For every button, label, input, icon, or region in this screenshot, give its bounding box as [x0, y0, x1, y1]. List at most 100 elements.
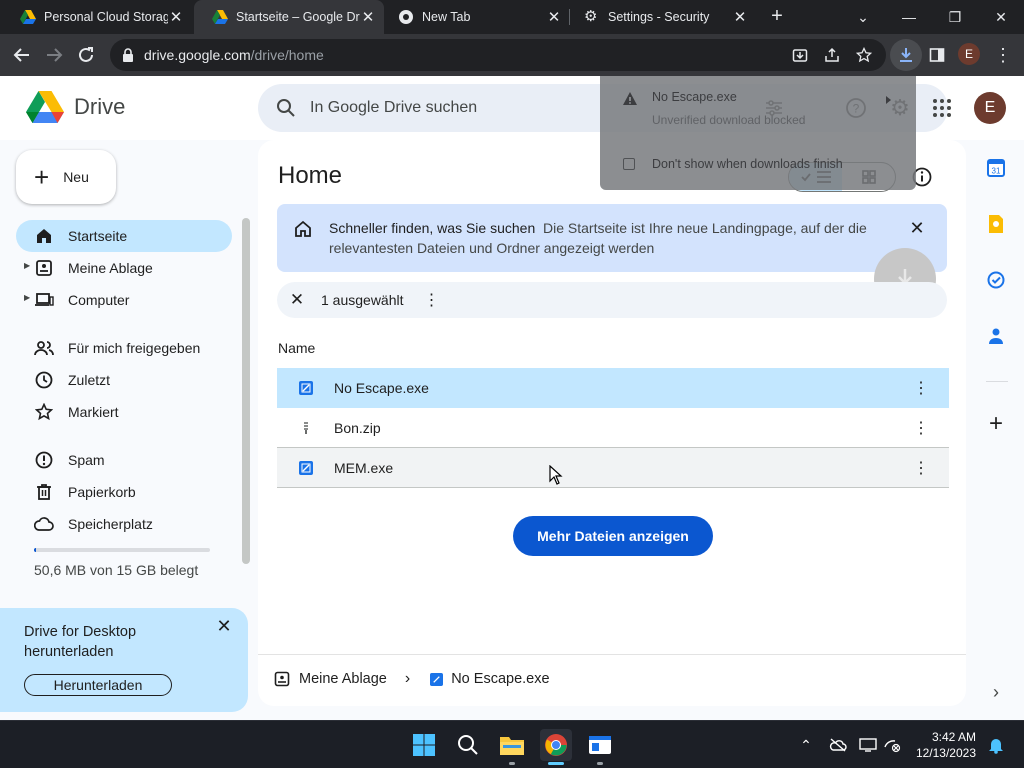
address-bar[interactable]: drive.google.com/drive/home — [110, 39, 886, 71]
sidebar-item-label: Für mich freigegeben — [68, 340, 201, 356]
sidebar-item-label: Speicherplatz — [68, 516, 153, 532]
banner-text: Schneller finden, was Sie suchen Die Sta… — [329, 218, 899, 258]
more-actions-icon[interactable]: ⋮ — [424, 290, 440, 310]
sidebar-item-shared[interactable]: Für mich freigegeben — [16, 332, 232, 364]
sidebar-item-spam[interactable]: Spam — [16, 444, 232, 476]
drive-logo-text: Drive — [74, 94, 126, 119]
exe-file-icon — [299, 461, 313, 475]
new-tab-button[interactable]: + — [766, 6, 788, 28]
close-icon[interactable]: ✕ — [214, 616, 234, 636]
selection-toolbar: ✕ 1 ausgewählt ⋮ — [277, 282, 947, 318]
show-more-files-button[interactable]: Mehr Dateien anzeigen — [513, 516, 713, 556]
tasks-icon[interactable] — [986, 270, 1006, 290]
tab-search-icon[interactable]: ⌄ — [840, 0, 886, 34]
file-explorer-button[interactable] — [496, 729, 528, 761]
expand-caret-icon[interactable]: ▶ — [24, 261, 30, 270]
restore-button[interactable]: ❐ — [932, 0, 978, 34]
contacts-icon[interactable] — [986, 326, 1006, 346]
download-desktop-button[interactable]: Herunterladen — [24, 674, 172, 696]
breadcrumb-root[interactable]: Meine Ablage — [299, 671, 387, 687]
install-app-icon[interactable] — [790, 45, 810, 65]
close-window-button[interactable]: ✕ — [978, 0, 1024, 34]
downloads-button[interactable] — [890, 39, 922, 71]
selection-count: 1 ausgewählt — [321, 292, 404, 308]
breadcrumb-current[interactable]: No Escape.exe — [451, 671, 549, 687]
profile-avatar[interactable]: E — [958, 43, 980, 65]
more-vert-icon[interactable]: ⋮ — [911, 378, 931, 398]
sidebar-item-home[interactable]: Startseite — [16, 220, 232, 252]
clear-selection-icon[interactable]: ✕ — [277, 290, 317, 310]
close-icon[interactable]: ✕ — [360, 8, 376, 26]
file-row[interactable]: Bon.zip ⋮ — [277, 408, 949, 448]
taskbar-search-button[interactable] — [452, 729, 484, 761]
download-bubble: No Escape.exe Unverified download blocke… — [600, 76, 916, 190]
dont-show-checkbox[interactable] — [623, 158, 635, 170]
banner-headline: Schneller finden, was Sie suchen — [329, 220, 536, 236]
new-button-label: Neu — [63, 169, 89, 185]
more-vert-icon[interactable]: ⋮ — [911, 418, 931, 438]
sidebar-item-computer[interactable]: ▶ Computer — [16, 284, 232, 316]
download-filename[interactable]: No Escape.exe — [652, 90, 737, 104]
sidebar-item-starred[interactable]: Markiert — [16, 396, 232, 428]
sidebar-scrollbar[interactable] — [242, 218, 250, 564]
file-row[interactable]: MEM.exe ⋮ — [277, 448, 949, 488]
exe-file-icon — [430, 672, 444, 686]
column-header-name[interactable]: Name — [278, 340, 315, 356]
shared-icon — [34, 338, 54, 358]
back-button[interactable] — [11, 44, 33, 66]
keep-icon[interactable] — [986, 214, 1006, 234]
chrome-taskbar-button[interactable] — [540, 729, 572, 761]
new-button[interactable]: + Neu — [16, 150, 116, 204]
display-icon[interactable] — [858, 735, 878, 755]
chevron-right-icon[interactable]: › — [986, 682, 1006, 702]
chrome-icon — [545, 734, 567, 756]
notification-bell-icon[interactable] — [986, 735, 1006, 755]
chevron-right-icon[interactable] — [886, 96, 891, 104]
close-icon[interactable]: ✕ — [168, 8, 184, 26]
sidebar-item-label: Startseite — [68, 228, 128, 244]
sidebar-item-storage[interactable]: Speicherplatz — [16, 508, 232, 540]
network-off-icon[interactable] — [882, 735, 902, 755]
sidebar-item-my-drive[interactable]: ▶ Meine Ablage — [16, 252, 232, 284]
close-icon[interactable]: ✕ — [907, 218, 927, 238]
taskbar-clock[interactable]: 3:42 AM 12/13/2023 — [906, 729, 976, 761]
trash-icon — [34, 482, 54, 502]
folder-icon — [500, 737, 524, 755]
tab-personal-cloud[interactable]: Personal Cloud Storag ✕ — [2, 0, 192, 34]
tab-drive-home[interactable]: Startseite – Google Dr ✕ — [194, 0, 384, 34]
side-panel-divider — [986, 381, 1008, 382]
chrome-icon — [399, 10, 413, 24]
close-icon[interactable]: ✕ — [546, 8, 562, 26]
dont-show-label[interactable]: Don't show when downloads finish — [652, 157, 843, 171]
add-addon-icon[interactable]: + — [986, 410, 1006, 437]
close-icon[interactable]: ✕ — [732, 8, 748, 26]
drive-logo[interactable]: Drive — [26, 90, 125, 124]
search-icon — [458, 735, 478, 755]
more-vert-icon[interactable]: ⋮ — [911, 458, 931, 478]
account-avatar[interactable]: E — [974, 92, 1006, 124]
running-indicator — [509, 762, 515, 765]
expand-caret-icon[interactable]: ▶ — [24, 293, 30, 302]
file-row[interactable]: No Escape.exe ⋮ — [277, 368, 949, 408]
tab-new-tab[interactable]: New Tab ✕ — [380, 0, 570, 34]
sidebar-item-trash[interactable]: Papierkorb — [16, 476, 232, 508]
minimize-button[interactable]: — — [886, 0, 932, 34]
promo-text: Drive for Desktop herunterladen — [24, 624, 137, 660]
start-button[interactable] — [408, 729, 440, 761]
tab-settings-security[interactable]: ⚙ Settings - Security ✕ — [566, 0, 756, 34]
calendar-icon[interactable]: 31 — [986, 158, 1006, 178]
side-panel-icon[interactable] — [926, 44, 948, 66]
apps-grid-icon[interactable] — [930, 96, 954, 120]
share-icon[interactable] — [822, 45, 842, 65]
sidebar-item-label: Computer — [68, 292, 130, 308]
app-taskbar-button[interactable] — [584, 729, 616, 761]
chevron-up-icon[interactable]: ⌃ — [796, 735, 816, 755]
onedrive-off-icon[interactable] — [828, 735, 848, 755]
bookmark-star-icon[interactable] — [854, 45, 874, 65]
my-drive-icon — [34, 258, 54, 278]
sidebar-item-label: Spam — [68, 452, 105, 468]
forward-button[interactable] — [43, 44, 65, 66]
sidebar-item-recent[interactable]: Zuletzt — [16, 364, 232, 396]
chrome-menu-icon[interactable]: ⋮ — [992, 44, 1014, 66]
reload-button[interactable] — [75, 44, 97, 66]
